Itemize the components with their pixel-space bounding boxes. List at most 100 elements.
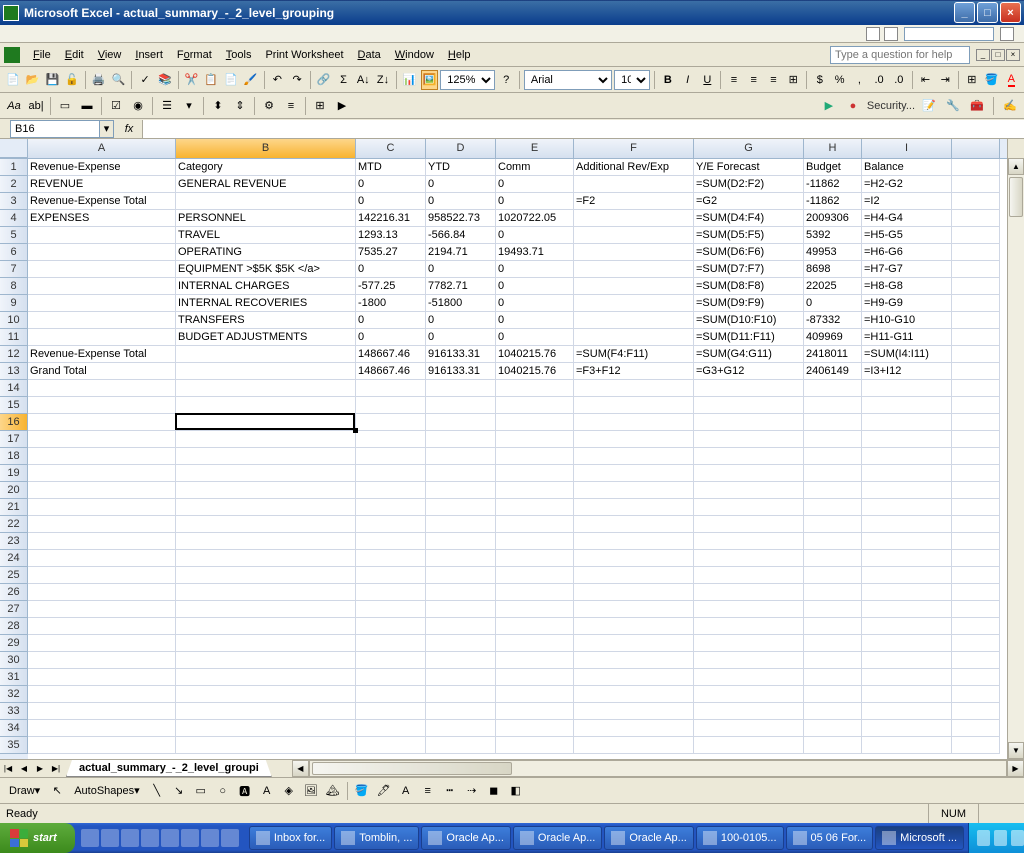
- row-header-17[interactable]: 17: [0, 431, 28, 448]
- cell-G2[interactable]: =SUM(D2:F2): [694, 176, 804, 193]
- cell-F3[interactable]: =F2: [574, 193, 694, 210]
- properties-icon[interactable]: ⚙: [259, 96, 279, 116]
- cell-A30[interactable]: [28, 652, 176, 669]
- row-header-18[interactable]: 18: [0, 448, 28, 465]
- cell-B5[interactable]: TRAVEL: [176, 227, 356, 244]
- cell-A17[interactable]: [28, 431, 176, 448]
- cell-H20[interactable]: [804, 482, 862, 499]
- scroll-down-button[interactable]: ▼: [1008, 742, 1024, 759]
- cell-B15[interactable]: [176, 397, 356, 414]
- cell-G13[interactable]: =G3+G12: [694, 363, 804, 380]
- cell-D3[interactable]: 0: [426, 193, 496, 210]
- vertical-scrollbar[interactable]: ▲ ▼: [1007, 139, 1024, 759]
- cell-H21[interactable]: [804, 499, 862, 516]
- cell-E19[interactable]: [496, 465, 574, 482]
- control-toolbox-icon[interactable]: 🧰: [967, 96, 987, 116]
- cell-E2[interactable]: 0: [496, 176, 574, 193]
- cell-G33[interactable]: [694, 703, 804, 720]
- cell-H33[interactable]: [804, 703, 862, 720]
- cell-C7[interactable]: 0: [356, 261, 426, 278]
- textbox-icon[interactable]: ab|: [26, 96, 46, 116]
- cell-H4[interactable]: 2009306: [804, 210, 862, 227]
- cell-F35[interactable]: [574, 737, 694, 754]
- col-header-A[interactable]: A: [28, 139, 176, 158]
- cell-C11[interactable]: 0: [356, 329, 426, 346]
- cell-G3[interactable]: =G2: [694, 193, 804, 210]
- hyperlink-icon[interactable]: 🔗: [315, 70, 333, 90]
- cell-E18[interactable]: [496, 448, 574, 465]
- chart-wizard-icon[interactable]: 📊: [401, 70, 419, 90]
- cell-E7[interactable]: 0: [496, 261, 574, 278]
- ql-icon-1[interactable]: [81, 829, 99, 847]
- task-button-5[interactable]: 100-0105...: [696, 826, 784, 850]
- cell-B16[interactable]: [176, 414, 356, 431]
- cell-H35[interactable]: [804, 737, 862, 754]
- cell-25[interactable]: [952, 567, 1000, 584]
- cell-I14[interactable]: [862, 380, 952, 397]
- cell-D33[interactable]: [426, 703, 496, 720]
- code-icon[interactable]: ≡: [281, 96, 301, 116]
- combobox-icon[interactable]: ▾: [179, 96, 199, 116]
- cell-D8[interactable]: 7782.71: [426, 278, 496, 295]
- cell-1[interactable]: [952, 159, 1000, 176]
- cell-E24[interactable]: [496, 550, 574, 567]
- cell-D9[interactable]: -51800: [426, 295, 496, 312]
- increase-indent-icon[interactable]: ⇥: [936, 70, 954, 90]
- open-icon[interactable]: 📂: [24, 70, 42, 90]
- cell-C15[interactable]: [356, 397, 426, 414]
- cell-15[interactable]: [952, 397, 1000, 414]
- cell-C26[interactable]: [356, 584, 426, 601]
- cell-G17[interactable]: [694, 431, 804, 448]
- row-header-29[interactable]: 29: [0, 635, 28, 652]
- cell-A33[interactable]: [28, 703, 176, 720]
- cell-C23[interactable]: [356, 533, 426, 550]
- autoshapes-menu[interactable]: AutoShapes ▾: [69, 781, 144, 801]
- row-header-27[interactable]: 27: [0, 601, 28, 618]
- menu-view[interactable]: View: [91, 46, 129, 64]
- cell-D15[interactable]: [426, 397, 496, 414]
- cell-H31[interactable]: [804, 669, 862, 686]
- cell-B26[interactable]: [176, 584, 356, 601]
- cell-F26[interactable]: [574, 584, 694, 601]
- cell-C24[interactable]: [356, 550, 426, 567]
- cell-F5[interactable]: [574, 227, 694, 244]
- cell-D20[interactable]: [426, 482, 496, 499]
- cell-B25[interactable]: [176, 567, 356, 584]
- eraser-icon[interactable]: [884, 27, 898, 41]
- cell-H28[interactable]: [804, 618, 862, 635]
- cell-I25[interactable]: [862, 567, 952, 584]
- task-button-2[interactable]: Oracle Ap...: [421, 826, 510, 850]
- row-header-8[interactable]: 8: [0, 278, 28, 295]
- cell-C13[interactable]: 148667.46: [356, 363, 426, 380]
- cell-H6[interactable]: 49953: [804, 244, 862, 261]
- cells-area[interactable]: Revenue-ExpenseCategoryMTDYTDCommAdditio…: [28, 159, 1007, 759]
- cell-A6[interactable]: [28, 244, 176, 261]
- cell-H8[interactable]: 22025: [804, 278, 862, 295]
- cell-B35[interactable]: [176, 737, 356, 754]
- cell-B33[interactable]: [176, 703, 356, 720]
- cell-G27[interactable]: [694, 601, 804, 618]
- cell-H9[interactable]: 0: [804, 295, 862, 312]
- row-header-23[interactable]: 23: [0, 533, 28, 550]
- autosum-icon[interactable]: Σ: [335, 70, 353, 90]
- cell-B7[interactable]: EQUIPMENT >$5K $5K </a>: [176, 261, 356, 278]
- cell-D32[interactable]: [426, 686, 496, 703]
- close-button[interactable]: ×: [1000, 2, 1021, 23]
- ql-icon-2[interactable]: [101, 829, 119, 847]
- borders-icon[interactable]: ⊞: [963, 70, 981, 90]
- toggle-grid-icon[interactable]: ⊞: [310, 96, 330, 116]
- name-box-dropdown[interactable]: ▾: [100, 120, 114, 138]
- col-header-C[interactable]: C: [356, 139, 426, 158]
- cell-G20[interactable]: [694, 482, 804, 499]
- cell-F13[interactable]: =F3+F12: [574, 363, 694, 380]
- cell-F7[interactable]: [574, 261, 694, 278]
- cell-H11[interactable]: 409969: [804, 329, 862, 346]
- cell-23[interactable]: [952, 533, 1000, 550]
- cell-A27[interactable]: [28, 601, 176, 618]
- cell-E22[interactable]: [496, 516, 574, 533]
- tray-icon-3[interactable]: [1011, 830, 1024, 846]
- cell-G30[interactable]: [694, 652, 804, 669]
- cell-C22[interactable]: [356, 516, 426, 533]
- cell-D18[interactable]: [426, 448, 496, 465]
- cell-I18[interactable]: [862, 448, 952, 465]
